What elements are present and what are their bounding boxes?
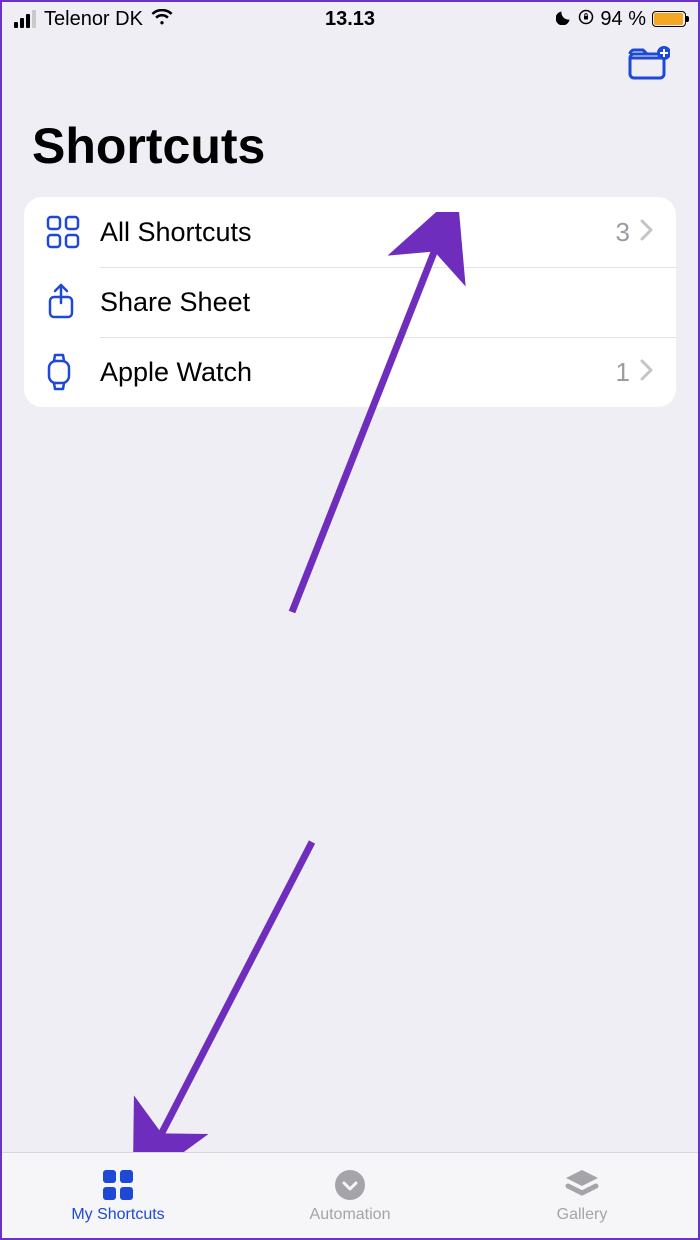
carrier-label: Telenor DK bbox=[44, 8, 143, 31]
clock-badge-icon bbox=[333, 1168, 367, 1202]
list-item-label: Apple Watch bbox=[100, 357, 616, 388]
new-folder-button[interactable] bbox=[628, 46, 670, 87]
tab-automation[interactable]: Automation bbox=[234, 1153, 466, 1238]
status-time: 13.13 bbox=[325, 8, 375, 31]
chevron-right-icon bbox=[640, 219, 654, 246]
chevron-right-icon bbox=[640, 359, 654, 386]
nav-bar bbox=[2, 36, 698, 87]
list-item-label: Share Sheet bbox=[100, 287, 644, 318]
stack-icon bbox=[564, 1168, 600, 1202]
page-title: Shortcuts bbox=[2, 87, 698, 197]
battery-pct-label: 94 % bbox=[600, 8, 646, 31]
grid-filled-icon bbox=[101, 1168, 135, 1202]
list-item-apple-watch[interactable]: Apple Watch 1 bbox=[24, 337, 676, 407]
tab-bar: My Shortcuts Automation Gallery bbox=[2, 1152, 698, 1238]
list-item-share-sheet[interactable]: Share Sheet bbox=[24, 267, 676, 337]
tab-gallery[interactable]: Gallery bbox=[466, 1153, 698, 1238]
status-right: 94 % bbox=[375, 8, 686, 31]
list-item-count: 3 bbox=[616, 217, 630, 248]
status-left: Telenor DK bbox=[14, 8, 325, 31]
grid-icon bbox=[46, 215, 100, 249]
cellular-signal-icon bbox=[14, 10, 36, 28]
battery-icon bbox=[652, 11, 686, 27]
list-item-all-shortcuts[interactable]: All Shortcuts 3 bbox=[24, 197, 676, 267]
share-icon bbox=[46, 283, 100, 321]
moon-icon bbox=[556, 8, 572, 31]
list-item-label: All Shortcuts bbox=[100, 217, 616, 248]
status-bar: Telenor DK 13.13 94 % bbox=[2, 2, 698, 36]
tab-label: Automation bbox=[310, 1206, 391, 1224]
tab-my-shortcuts[interactable]: My Shortcuts bbox=[2, 1153, 234, 1238]
tab-label: Gallery bbox=[557, 1206, 608, 1224]
list-item-count: 1 bbox=[616, 357, 630, 388]
annotation-arrow-bottom bbox=[132, 832, 332, 1172]
tab-label: My Shortcuts bbox=[71, 1206, 164, 1224]
wifi-icon bbox=[151, 8, 173, 31]
shortcut-folders-list: All Shortcuts 3 Share Sheet Apple Watch … bbox=[24, 197, 676, 407]
orientation-lock-icon bbox=[578, 8, 594, 31]
apple-watch-icon bbox=[46, 353, 100, 391]
